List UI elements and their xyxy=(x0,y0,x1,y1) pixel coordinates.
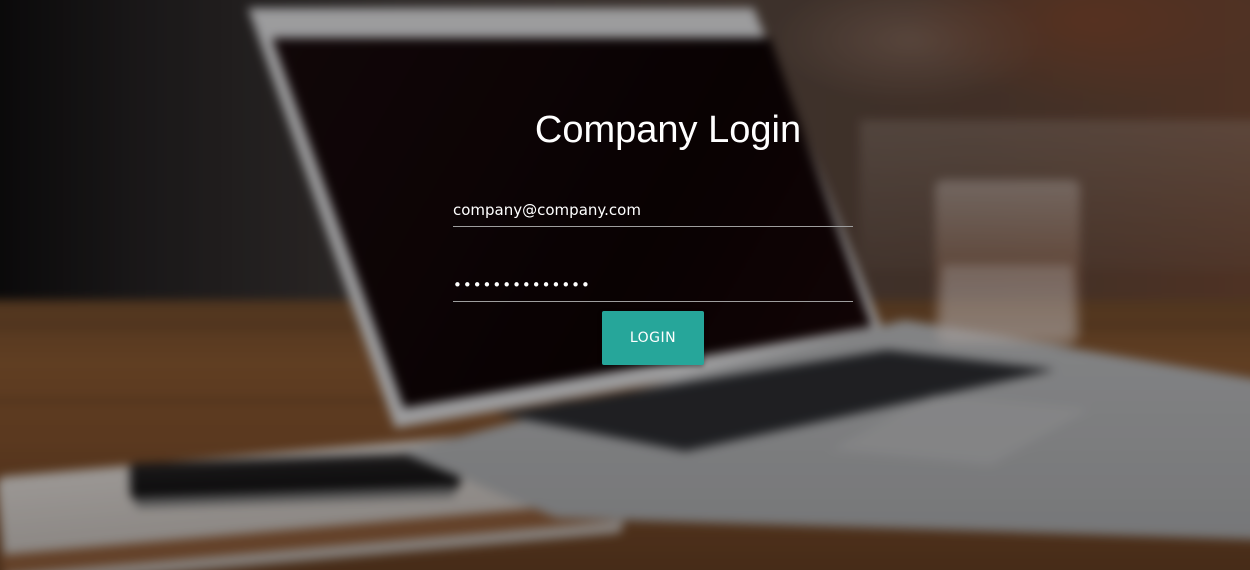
page-title: Company Login xyxy=(534,109,802,151)
login-button-row: LOGIN xyxy=(453,311,853,365)
login-button[interactable]: LOGIN xyxy=(602,311,704,365)
email-field[interactable] xyxy=(453,194,853,227)
login-form: Company Login LOGIN xyxy=(453,106,853,365)
password-field[interactable] xyxy=(453,269,853,302)
